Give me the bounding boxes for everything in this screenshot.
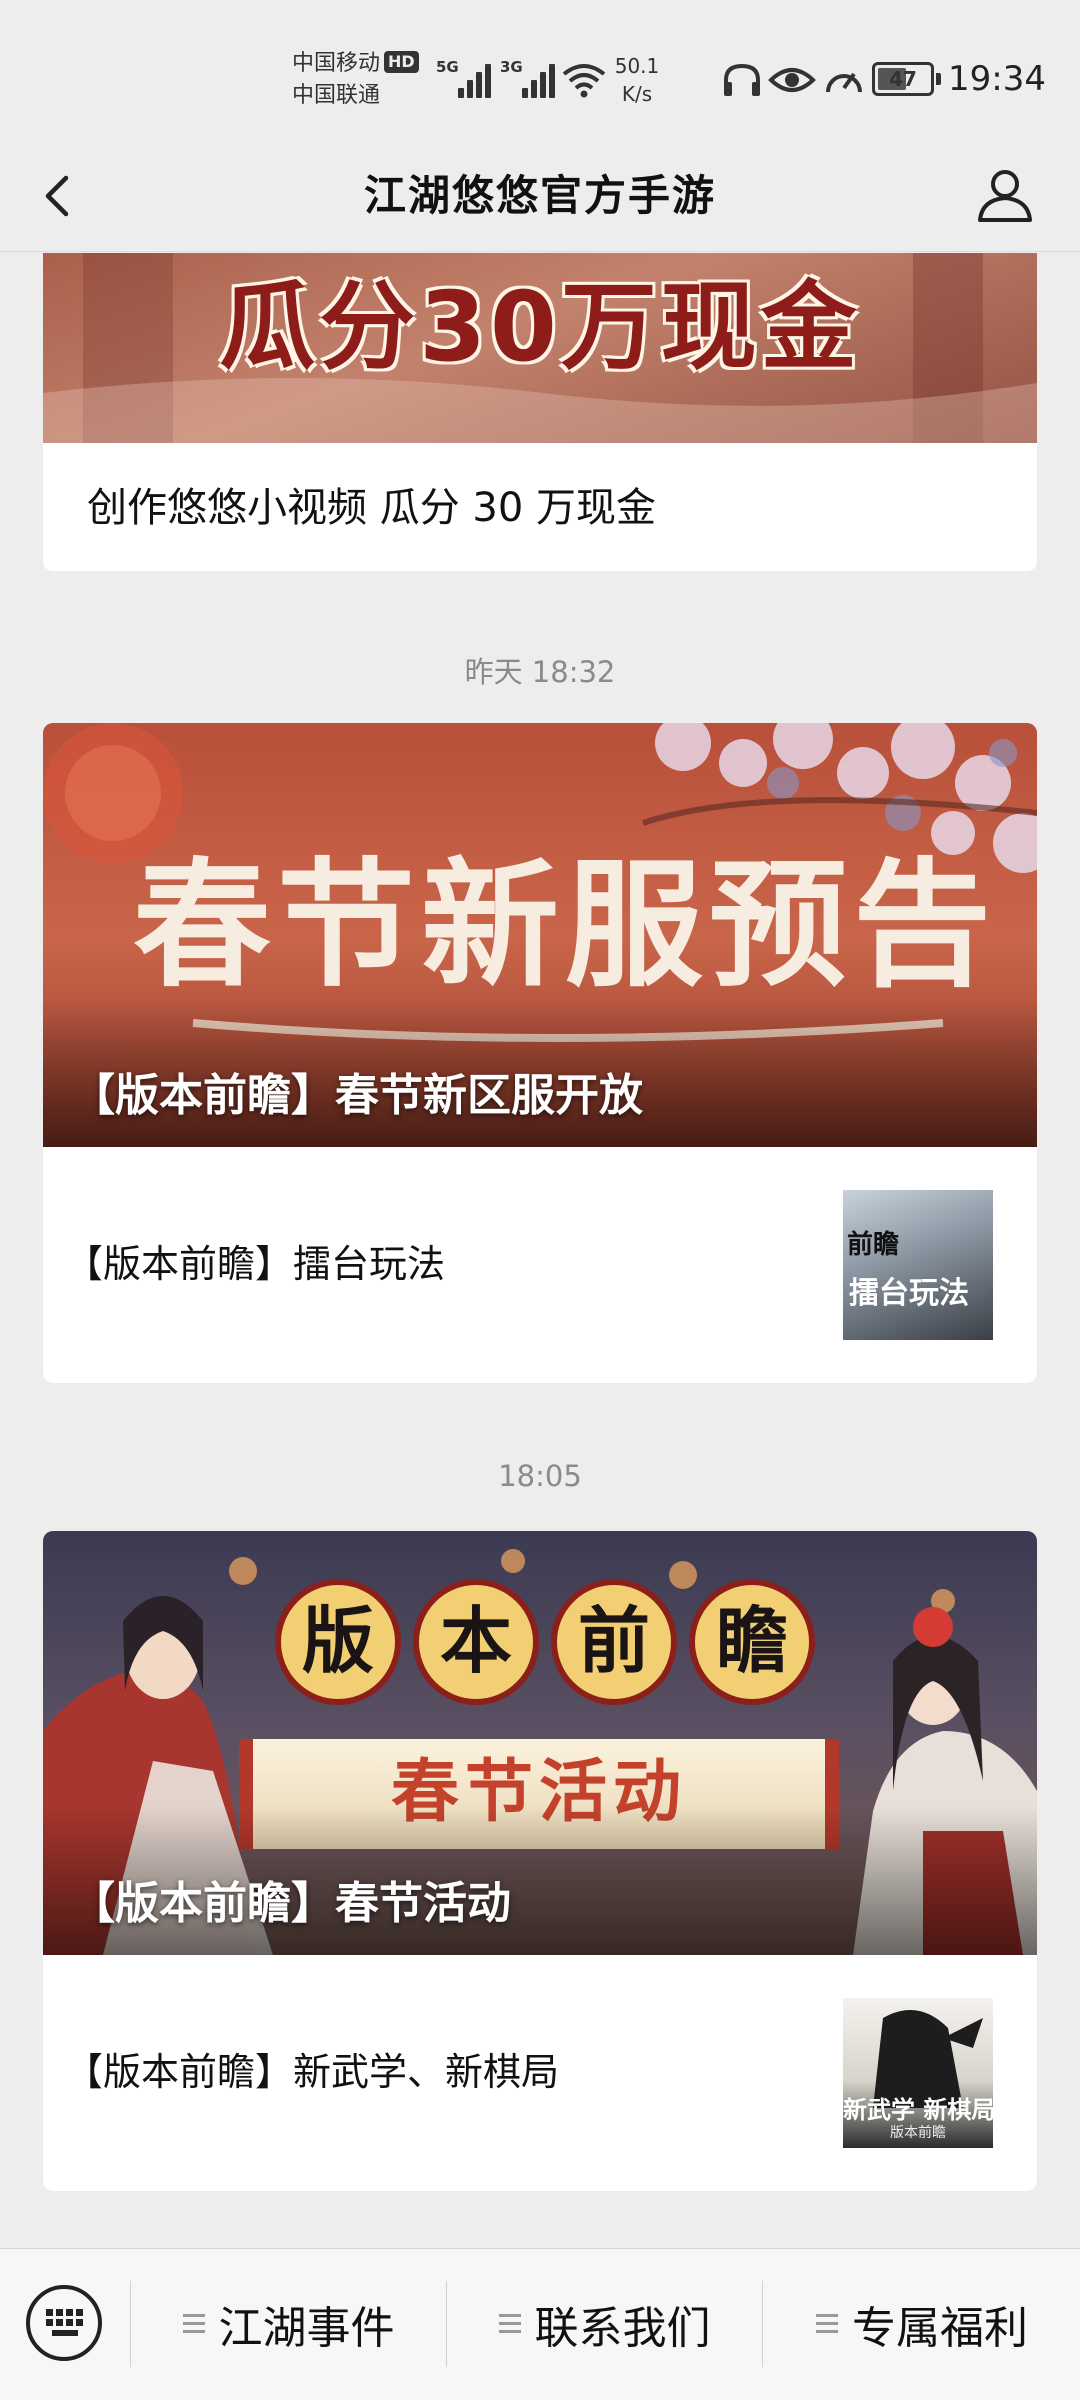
article-banner[interactable]: 春节新服预告 【版本前瞻】春节新区服开放 (43, 723, 1037, 1147)
carrier-1: 中国移动 (292, 51, 381, 76)
article-banner[interactable]: 版 本 前 瞻 春节活动 【版本前瞻】春节活动 (43, 1531, 1037, 1955)
menu-contact-us[interactable]: 联系我们 (448, 2289, 761, 2359)
article-main-title: 【版本前瞻】春节新区服开放 (71, 1070, 643, 1121)
sub-article-title: 【版本前瞻】擂台玩法 (65, 1242, 446, 1286)
article-card[interactable]: 瓜分30万现金 创作悠悠小视频 瓜分 30 万现金 (43, 253, 1037, 571)
keyboard-toggle-button[interactable] (26, 2285, 102, 2361)
timestamp: 18:05 (498, 1459, 582, 1493)
top-navigation-bar: 江湖悠悠官方手游 (0, 140, 1080, 252)
headphones-icon (724, 63, 760, 96)
hd-badge: HD (384, 51, 419, 73)
article-card[interactable]: 版 本 前 瞻 春节活动 【版本前瞻】春节活动 【版本前瞻】新武学、新棋局 新武… (43, 1531, 1037, 2191)
signal-3g-icon: 3G (500, 58, 560, 98)
clock: 19:34 (948, 59, 1046, 99)
eye-icon (768, 68, 816, 92)
sub-article-row[interactable]: 【版本前瞻】擂台玩法 前瞻 擂台玩法 (43, 1147, 1037, 1383)
sub-article-title: 【版本前瞻】新武学、新棋局 (65, 2050, 560, 2094)
timestamp: 昨天 18:32 (464, 655, 616, 689)
status-bar: 中国移动 HD 中国联通 5G 3G 50.1 K/s 47 19:34 (0, 0, 1080, 140)
sub-article-thumbnail[interactable]: 新武学 新棋局 版本前瞻 (843, 1998, 993, 2148)
page-title: 江湖悠悠官方手游 (363, 171, 716, 220)
carrier-info: 中国移动 HD 中国联通 (292, 48, 419, 112)
banner-headline: 春节新服预告 (133, 843, 998, 1006)
article-title: 创作悠悠小视频 瓜分 30 万现金 (87, 485, 657, 531)
article-main-title: 【版本前瞻】春节活动 (71, 1878, 511, 1929)
signal-5g-icon: 5G (436, 58, 496, 98)
keyboard-icon (46, 2309, 83, 2336)
sub-article-thumbnail[interactable]: 前瞻 擂台玩法 (843, 1190, 993, 1340)
battery-level: 47 (889, 67, 917, 91)
back-button[interactable] (30, 164, 90, 228)
menu-exclusive-benefits[interactable]: 专属福利 (764, 2289, 1080, 2359)
menu-lines-icon (182, 2314, 205, 2334)
menu-lines-icon (816, 2314, 838, 2334)
message-feed[interactable]: 瓜分30万现金 创作悠悠小视频 瓜分 30 万现金 昨天 18:32 春节新服预… (0, 253, 1080, 2248)
bottom-menu-bar: 江湖事件 联系我们 专属福利 (0, 2248, 1080, 2400)
speedometer-icon (826, 72, 862, 93)
profile-button[interactable] (972, 162, 1038, 228)
menu-jianghu-events[interactable]: 江湖事件 (132, 2289, 445, 2359)
network-speed: 50.1 K/s (614, 54, 660, 106)
wifi-icon (562, 64, 606, 98)
battery-icon: 47 (872, 62, 941, 96)
banner-plaques: 版 本 前 瞻 (275, 1579, 815, 1707)
menu-lines-icon (498, 2314, 521, 2334)
article-banner[interactable]: 瓜分30万现金 (43, 253, 1037, 443)
banner-headline: 瓜分30万现金 (219, 271, 861, 383)
article-card[interactable]: 春节新服预告 【版本前瞻】春节新区服开放 【版本前瞻】擂台玩法 前瞻 擂台玩法 (43, 723, 1037, 1383)
sub-article-row[interactable]: 【版本前瞻】新武学、新棋局 新武学 新棋局 版本前瞻 (43, 1955, 1037, 2191)
carrier-2: 中国联通 (292, 83, 381, 108)
